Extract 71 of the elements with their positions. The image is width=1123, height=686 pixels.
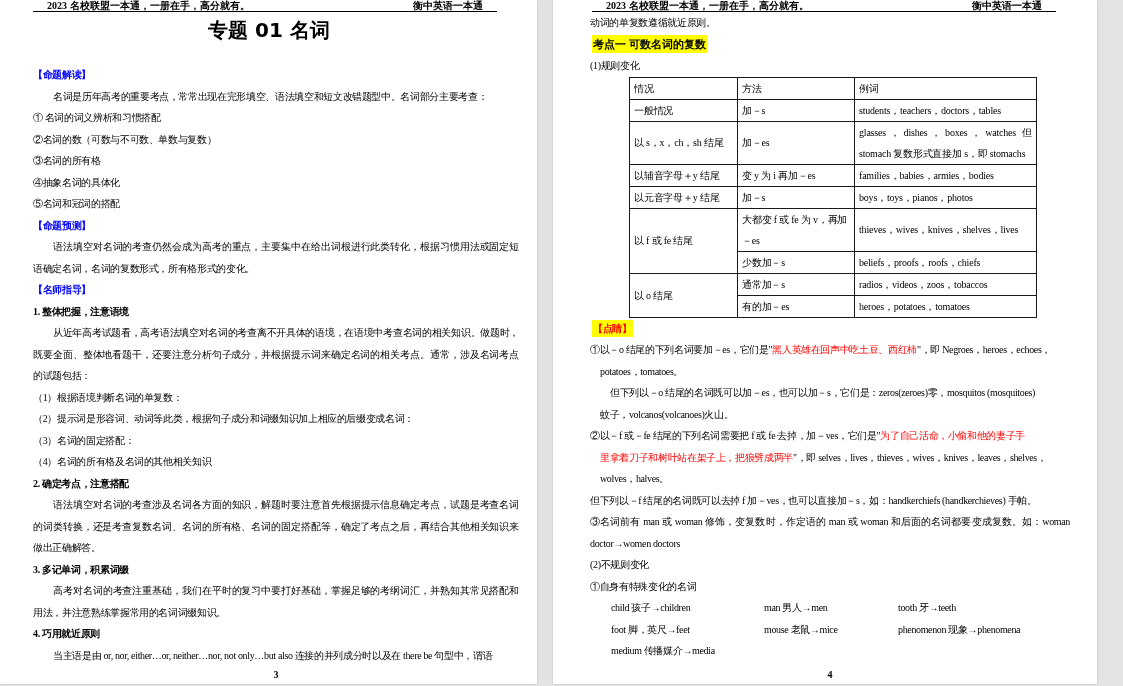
text-line: (2)不规则变化: [590, 558, 650, 572]
section-heading: 【命题预测】: [33, 218, 91, 233]
table-cell: 以 s，x，ch，sh 结尾: [629, 121, 738, 164]
table-cell: 以元音字母＋y 结尾: [629, 186, 738, 208]
text-line: 但下列以－f 结尾的名词既可以去掉 f 加－ves，也可以直接加－s，如：handkerchiefs (handkerchieves) 手帕。: [590, 493, 1038, 508]
list-item: ②名词的数（可数与不可数、单数与复数）: [33, 132, 218, 147]
vocabulary-entry: medium 传播媒介→media: [611, 644, 715, 658]
table-cell: 加－s: [737, 186, 855, 208]
text-line: (1)规则变化: [590, 59, 641, 73]
table-cell: 少数加－s: [737, 251, 855, 273]
table-cell: 一般情况: [629, 99, 738, 121]
vocabulary-entry: tooth 牙→teeth: [898, 601, 956, 615]
header-text: 衡中英语一本通: [972, 0, 1042, 11]
note-item: ②以－f 或－fe 结尾的下列名词需要把 f 或 fe 去掉，加－ves，它们是"为了自己活命，小偷和他的妻子手 里拿着刀子和树叶站在架子上，把狼劈成两半"，即 selves，lives，thieves，wives，knives，leaves，shelves， wolves，halves。: [590, 429, 1048, 486]
list-item: ③名词的所有格: [33, 154, 102, 168]
paragraph: 语法填空对名词的考查涉及名词各方面的知识，解题时要注意首先根据提示信息确定考点，试题是考查名词 的词类转换，还是考查复数名词、名词的所有格、名词的固定搭配等，确定了考点之后，再结合其他相关知识来 做出正确解答。: [33, 498, 519, 555]
document-title: 专题 01 名词: [207, 17, 331, 44]
vocabulary-entry: mouse 老鼠→mice: [764, 622, 838, 637]
list-item: （3）名词的固定搭配：: [33, 433, 136, 448]
list-item: ①自身有特殊变化的名词: [590, 579, 698, 594]
note-item: ①以－o 结尾的下列名词要加－es，它们是"黑人英雄在回声中吃土豆、西红柿"，即 Negroes，heroes，echoes， potatoes，tomatoes。: [590, 343, 1053, 379]
table-cell: 有的加－es: [737, 295, 855, 317]
vocabulary-entry: man 男人→men: [764, 601, 828, 615]
column-header: 情况: [629, 77, 738, 99]
table-cell: students，teachers，doctors，tables: [854, 99, 1037, 121]
vocabulary-entry: foot 脚，英尺→feet: [611, 622, 690, 637]
page-number: 4: [827, 668, 833, 682]
table-cell: thieves，wives，knives，shelves，lives: [854, 208, 1037, 251]
table-cell: 通常加－s: [737, 273, 855, 295]
header-text: 衡中英语一本通: [413, 0, 483, 11]
list-item: （1）根据语境判断名词的单复数：: [33, 390, 184, 405]
header-text: 2023 名校联盟一本通，一册在手，高分就有。: [606, 0, 809, 11]
page-number: 3: [273, 668, 279, 682]
paragraph: 但下列以－o 结尾的名词既可以加－es，也可以加－s，它们是：zeros(zeroes)零，mosquitos (mosquitoes) 蚊子，volcanos(volcanoes)火山。: [599, 386, 1037, 422]
paragraph: ③名词前有 man 或 woman 修饰，变复数时，作定语的 man 或 woman 和后面的名词都要变成复数。如：woman doctor→women doctors: [590, 515, 1070, 551]
note-label: 【点睛】: [592, 319, 633, 337]
paragraph: 高考对名词的考查注重基础，我们在平时的复习中要打好基础，掌握足够的考纲词汇，并熟知其常见搭配和 用法，并注意熟练掌握常用的名词词缀知识。: [33, 584, 519, 620]
list-item: ④抽象名词的具体化: [33, 175, 121, 190]
subheading: 4. 巧用就近原则: [33, 627, 100, 641]
table-cell: families，babies，armies，bodies: [854, 164, 1037, 186]
list-item: ① 名词的词义辨析和习惯搭配: [33, 111, 162, 125]
table-cell: beliefs，proofs，roofs，chiefs: [854, 251, 1037, 273]
column-header: 方法: [737, 77, 855, 99]
table-cell: 大都变 f 或 fe 为 v，再加－es: [737, 208, 855, 251]
table-cell: 以辅音字母＋y 结尾: [629, 164, 738, 186]
list-item: （4）名词的所有格及名词的其他相关知识: [33, 455, 213, 469]
subheading: 3. 多记单词，积累词缀: [33, 562, 129, 577]
paragraph: 名词是历年高考的重要考点，常常出现在完形填空、语法填空和短文改错题型中。名词部分主要考查：: [52, 89, 489, 104]
paragraph: 语法填空对名词的考查仍然会成为高考的重点，主要集中在给出词根进行此类转化，根据习惯用法或固定短 语确定名词，名词的复数形式，所有格形式的变化。: [33, 240, 519, 276]
section-heading: 【名师指导】: [33, 283, 91, 297]
list-item: ⑤名词和冠词的搭配: [33, 197, 121, 211]
table-cell: 以 f 或 fe 结尾: [629, 208, 738, 273]
vocabulary-entry: child 孩子→children: [611, 601, 691, 615]
table-cell: 以 o 结尾: [629, 273, 738, 317]
table-cell: radios，videos，zoos，tobaccos: [854, 273, 1037, 295]
vocabulary-entry: phenomenon 现象→phenomena: [898, 622, 1021, 637]
paragraph: 从近年高考试题看，高考语法填空对名词的考查离不开具体的语境，在语境中考查名词的相关知识。做题时， 既要全面、整体地看题干，还要注意分析句子成分，并根据提示词来确定名词的相关考点。通常，涉及名词考点 的试题包括：: [33, 326, 519, 383]
table-cell: heroes，potatoes，tomatoes: [854, 295, 1037, 317]
table-cell: 加－s: [737, 99, 855, 121]
paragraph: 当主语是由 or, nor, either…or, neither…nor, not only…but also 连接的并列成分时以及在 there be 句型中，谓语: [52, 648, 494, 663]
table-cell: 加－es: [737, 121, 855, 164]
text-line: 动词的单复数遵循就近原则。: [590, 16, 717, 30]
subheading: 1. 整体把握，注意语境: [33, 304, 129, 319]
list-item: （2）提示词是形容词、动词等此类，根据句子成分和词缀知识加上相应的后缀变成名词：: [33, 412, 415, 426]
highlighted-heading: 考点一 可数名词的复数: [592, 34, 707, 53]
column-header: 例词: [854, 77, 1037, 99]
table-cell: boys，toys，pianos，photos: [854, 186, 1037, 208]
table-cell: 变 y 为 i 再加－es: [737, 164, 855, 186]
subheading: 2. 确定考点，注意搭配: [33, 476, 129, 491]
header-text: 2023 名校联盟一本通，一册在手，高分就有。: [47, 0, 250, 11]
section-heading: 【命题解读】: [33, 68, 91, 82]
